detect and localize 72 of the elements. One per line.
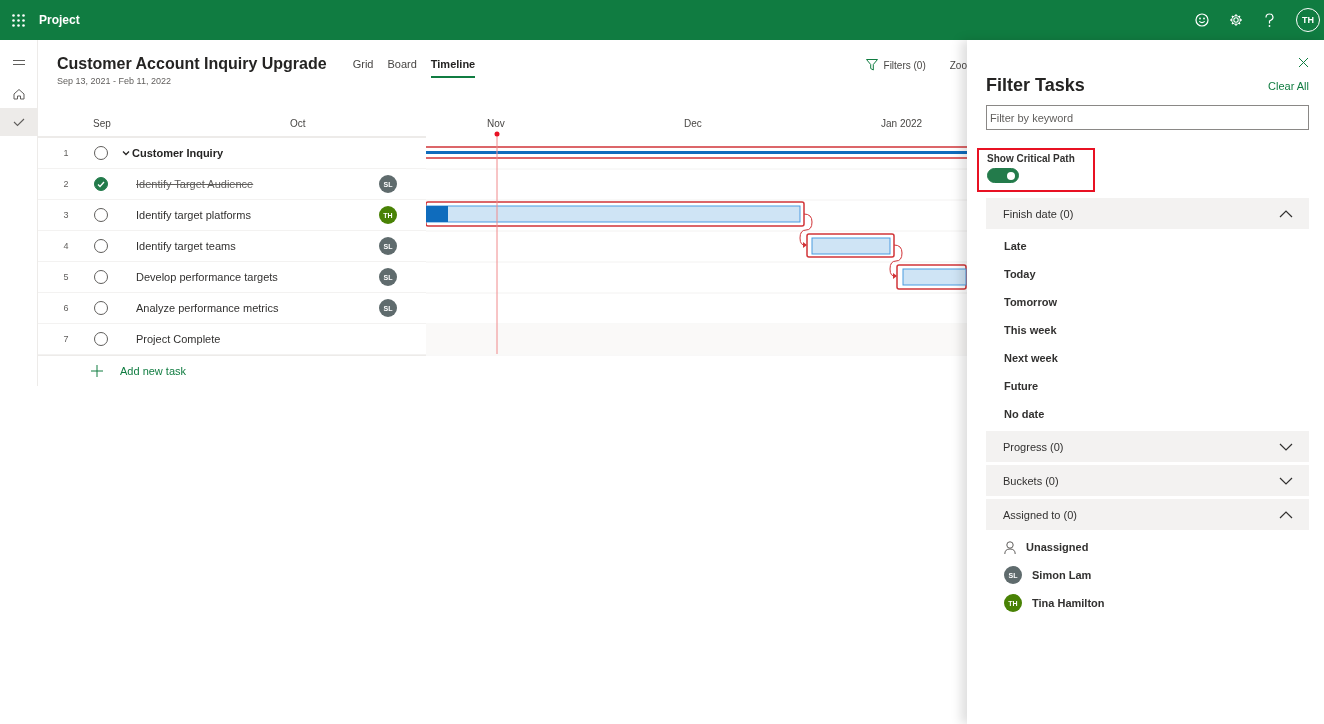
plus-icon (91, 365, 103, 377)
task-bar[interactable] (896, 264, 967, 290)
filters-button[interactable]: Filters (0) (865, 59, 926, 71)
row-number: 6 (62, 303, 70, 313)
filter-option[interactable]: This week (986, 316, 1309, 344)
close-icon (1298, 57, 1309, 68)
hamburger-icon (12, 57, 25, 67)
row-number: 1 (62, 148, 70, 158)
filter-section-header[interactable]: Assigned to (0) (986, 499, 1309, 530)
month-label: Sep (93, 118, 112, 129)
chevron-down-icon[interactable] (122, 150, 130, 156)
row-number: 7 (62, 334, 70, 344)
app-title[interactable]: Project (39, 13, 80, 27)
filter-section-header[interactable]: Finish date (0) (986, 198, 1309, 229)
project-title: Customer Account Inquiry Upgrade (57, 55, 327, 73)
view-tab[interactable]: Timeline (430, 58, 476, 78)
assignee-option[interactable]: Tina Hamilton (1032, 597, 1105, 609)
month-label: Oct (290, 118, 307, 129)
dependency-arrow (889, 244, 903, 279)
settings-icon[interactable] (1229, 13, 1243, 27)
row-number: 5 (62, 272, 70, 282)
critical-path-toggle[interactable] (987, 168, 1019, 183)
group-name[interactable]: Customer Inquiry (132, 147, 224, 159)
add-task-button[interactable]: Add new task (38, 355, 426, 386)
project-dates: Sep 13, 2021 - Feb 11, 2022 (57, 76, 172, 86)
panel-title: Filter Tasks (986, 75, 1085, 96)
smiley-icon[interactable] (1195, 13, 1209, 27)
keyword-field[interactable]: Filter by keyword (986, 105, 1309, 130)
toggle-label: Show Critical Path (987, 153, 1076, 164)
task-name[interactable]: Analyze performance metrics (136, 302, 379, 314)
clear-all-link[interactable]: Clear All (1268, 79, 1309, 92)
chevron-down-icon (1279, 442, 1293, 451)
filter-option[interactable]: Future (986, 372, 1309, 400)
person-icon (1004, 540, 1016, 554)
summary-bar[interactable] (425, 146, 968, 159)
filter-section-header[interactable]: Buckets (0) (986, 465, 1309, 496)
task-name[interactable]: Project Complete (136, 333, 426, 345)
chevron-down-icon (1279, 476, 1293, 485)
filter-option[interactable]: Tomorrow (986, 288, 1309, 316)
task-name[interactable]: Identify Target Audience (136, 178, 379, 190)
row-number: 2 (62, 179, 70, 189)
row-number: 3 (62, 210, 70, 220)
month-label: Nov (487, 118, 506, 129)
chevron-up-icon (1279, 209, 1293, 218)
filter-icon (865, 59, 878, 71)
task-name[interactable]: Identify target platforms (136, 209, 379, 221)
filter-option[interactable]: Next week (986, 344, 1309, 372)
filter-section-header[interactable]: Progress (0) (986, 431, 1309, 462)
assignee-option[interactable]: Unassigned (1026, 541, 1089, 553)
filter-option[interactable]: Late (986, 232, 1309, 260)
filter-option[interactable]: No date (986, 400, 1309, 428)
task-bar[interactable] (806, 233, 895, 258)
view-tab[interactable]: Board (387, 58, 417, 78)
checkmark-icon (12, 117, 25, 127)
zoom-button[interactable]: Zoo (949, 59, 967, 71)
dependency-arrow (799, 213, 813, 248)
app-launcher-icon[interactable] (12, 13, 25, 27)
task-name[interactable]: Identify target teams (136, 240, 379, 252)
row-number: 4 (62, 241, 70, 251)
check-icon (97, 180, 105, 188)
home-icon (12, 88, 25, 100)
assignee-option[interactable]: Simon Lam (1032, 569, 1092, 581)
close-button[interactable] (1298, 57, 1309, 68)
task-bar[interactable] (425, 201, 805, 227)
task-checkbox[interactable] (94, 177, 108, 191)
task-name[interactable]: Develop performance targets (136, 271, 379, 283)
chevron-up-icon (1279, 510, 1293, 519)
month-label: Dec (684, 118, 703, 129)
filter-option[interactable]: Today (986, 260, 1309, 288)
help-icon[interactable] (1263, 13, 1276, 27)
view-tab[interactable]: Grid (352, 58, 374, 78)
month-label: Jan 2022 (881, 118, 923, 129)
